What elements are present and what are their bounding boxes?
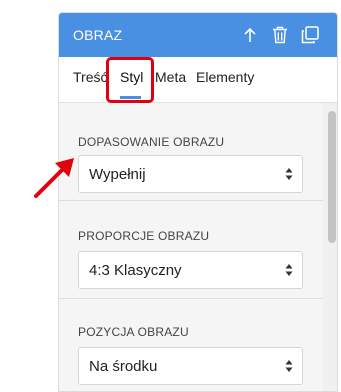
image-settings-panel: OBRAZ Treść Styl Meta Elementy DOPASOWAN… [58,12,338,392]
style-tab-content: DOPASOWANIE OBRAZU Wypełnij PROPORCJE OB… [59,103,323,391]
select-value: 4:3 Klasyczny [89,262,182,279]
arrow-up-icon[interactable] [239,24,261,46]
image-fit-select[interactable]: Wypełnij [78,155,303,193]
section-label: PROPORCJE OBRAZU [78,229,210,243]
select-value: Wypełnij [89,166,146,183]
panel-header: OBRAZ [59,13,337,57]
section-label: POZYCJA OBRAZU [78,325,189,339]
image-position-select[interactable]: Na środku [78,347,303,385]
panel-title: OBRAZ [73,27,123,43]
tab-tresc[interactable]: Treść [73,69,107,85]
section-image-position: POZYCJA OBRAZU Na środku [59,299,323,391]
active-tab-indicator [120,96,141,99]
scrollbar[interactable] [323,103,337,391]
select-arrows-icon [285,264,293,276]
select-arrows-icon [285,360,293,372]
tab-styl[interactable]: Styl [120,69,143,85]
tab-elementy[interactable]: Elementy [196,69,254,85]
pointer-arrow-icon [34,158,74,198]
scrollbar-thumb[interactable] [328,111,336,243]
section-label: DOPASOWANIE OBRAZU [78,135,225,149]
section-image-ratio: PROPORCJE OBRAZU 4:3 Klasyczny [59,201,323,299]
select-value: Na środku [89,358,158,375]
panel-tabs: Treść Styl Meta Elementy [59,57,337,103]
tab-meta[interactable]: Meta [155,69,186,85]
section-image-fit: DOPASOWANIE OBRAZU Wypełnij [59,103,323,201]
select-arrows-icon [285,168,293,180]
image-ratio-select[interactable]: 4:3 Klasyczny [78,251,303,289]
duplicate-icon[interactable] [299,24,321,46]
trash-icon[interactable] [269,24,291,46]
